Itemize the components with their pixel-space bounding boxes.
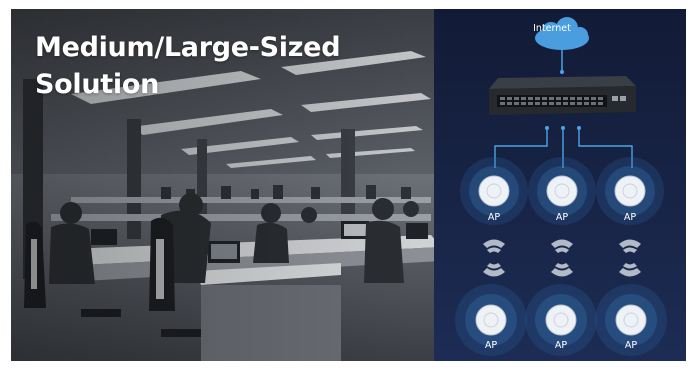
wifi-signal-icons xyxy=(483,239,641,277)
network-switch-icon xyxy=(489,76,636,115)
ap-label-3: AP xyxy=(623,212,637,223)
ap-label-1: AP xyxy=(487,212,501,223)
network-diagram xyxy=(455,17,667,356)
ap-label-5: AP xyxy=(554,340,568,351)
ap-label-2: AP xyxy=(555,212,569,223)
internet-label: Internet xyxy=(533,23,571,34)
ap-label-4: AP xyxy=(484,340,498,351)
ap-label-6: AP xyxy=(624,340,638,351)
